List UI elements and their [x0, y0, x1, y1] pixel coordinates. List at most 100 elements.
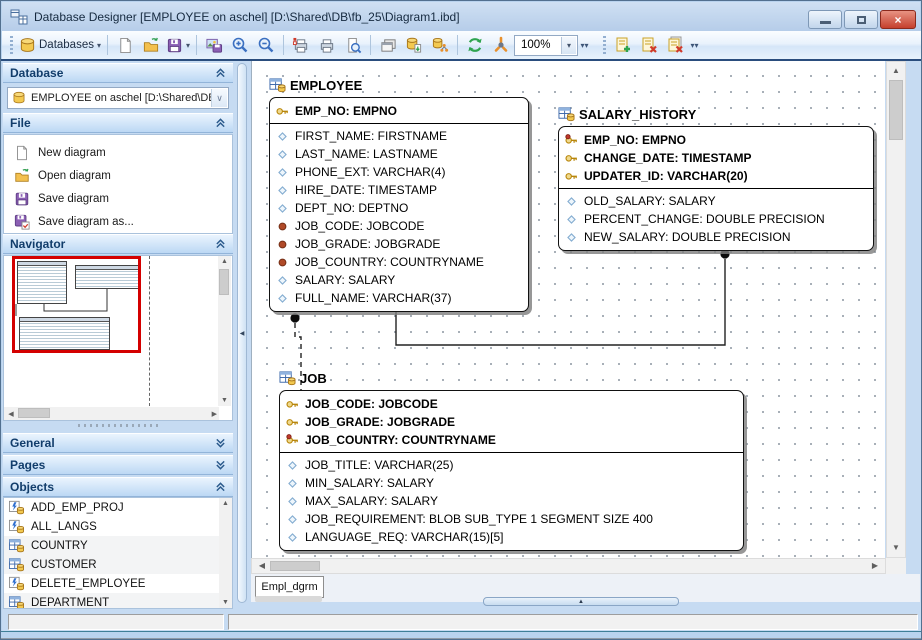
table-field-row[interactable]: UPDATER_ID: VARCHAR(20) — [559, 167, 873, 185]
object-list-item[interactable]: DEPARTMENT — [4, 593, 219, 609]
expand-chevron-icon[interactable] — [215, 438, 226, 448]
table-header[interactable]: EMPLOYEE — [269, 75, 529, 95]
options-button[interactable] — [488, 33, 514, 57]
table-header[interactable]: SALARY_HISTORY — [558, 104, 874, 124]
export-database-button[interactable] — [401, 33, 427, 57]
object-list-item[interactable]: ALL_LANGS — [4, 517, 219, 536]
scroll-right-icon[interactable]: ▶ — [867, 559, 883, 573]
table-field-row[interactable]: HIRE_DATE: TIMESTAMP — [270, 181, 528, 199]
print-button[interactable] — [314, 33, 340, 57]
table-field-row[interactable]: LAST_NAME: LASTNAME — [270, 145, 528, 163]
table-field-row[interactable]: PERCENT_CHANGE: DOUBLE PRECISION — [559, 210, 873, 228]
table-field-row[interactable]: MAX_SALARY: SALARY — [280, 492, 743, 510]
save-as-picture-button[interactable] — [201, 33, 227, 57]
table-field-row[interactable]: JOB_TITLE: VARCHAR(25) — [280, 456, 743, 474]
diagram-canvas[interactable]: EMPLOYEE EMP_NO: EMPNO — [251, 61, 885, 558]
new-diagram-button[interactable] — [112, 33, 138, 57]
file-action-item[interactable]: Open diagram — [4, 164, 232, 187]
save-diagram-button[interactable]: ▾ — [164, 33, 192, 57]
toolbar-overflow-button[interactable]: ▾▾ — [688, 34, 701, 56]
table-field-row[interactable]: EMP_NO: EMPNO — [559, 131, 873, 149]
table-field-row[interactable]: JOB_CODE: JOBCODE — [280, 395, 743, 413]
sidebar-splitter[interactable]: ◀ — [233, 61, 252, 609]
table-field-row[interactable]: CHANGE_DATE: TIMESTAMP — [559, 149, 873, 167]
canvas-horizontal-scrollbar[interactable]: ◀ ▶ — [251, 558, 886, 574]
file-action-item[interactable]: Save diagram — [4, 187, 232, 210]
sidebar-collapse-handle[interactable]: ◀ — [237, 63, 247, 603]
tab-scroll-handle[interactable] — [255, 596, 322, 602]
table-field-row[interactable]: JOB_REQUIREMENT: BLOB SUB_TYPE 1 SEGMENT… — [280, 510, 743, 528]
generate-diagram-button[interactable] — [427, 33, 453, 57]
remove-from-diagram-button[interactable] — [662, 33, 688, 57]
close-button[interactable]: × — [880, 10, 916, 29]
fit-model-button[interactable] — [375, 33, 401, 57]
objects-vertical-scrollbar[interactable]: ▲ ▼ — [219, 498, 232, 608]
navigator-viewport-rect[interactable] — [12, 256, 141, 353]
table-field-row[interactable]: JOB_COUNTRY: COUNTRYNAME — [270, 253, 528, 271]
section-header-navigator[interactable]: Navigator — [3, 234, 233, 254]
database-combo[interactable]: EMPLOYEE on aschel [D:\Shared\DB ∨ — [7, 87, 229, 109]
section-header-database[interactable]: Database — [3, 63, 233, 83]
navigator-horizontal-scrollbar[interactable]: ◀ ▶ — [4, 407, 219, 420]
collapse-chevron-icon[interactable] — [215, 68, 226, 78]
scroll-up-icon[interactable]: ▲ — [219, 500, 232, 507]
scroll-down-icon[interactable]: ▼ — [888, 541, 904, 555]
diagram-tab[interactable]: Empl_dgrm — [255, 576, 324, 598]
zoom-combo-dropdown[interactable]: ▾ — [561, 37, 576, 54]
open-diagram-button[interactable] — [138, 33, 164, 57]
navigator-vertical-scrollbar[interactable]: ▲ ▼ — [218, 256, 231, 406]
canvas-vertical-scrollbar[interactable]: ▲ ▼ — [886, 61, 906, 558]
object-list-item[interactable]: ADD_EMP_PROJ — [4, 498, 219, 517]
section-header-file[interactable]: File — [3, 113, 233, 133]
table-field-row[interactable]: DEPT_NO: DEPTNO — [270, 199, 528, 217]
table-field-row[interactable]: SALARY: SALARY — [270, 271, 528, 289]
toolbar-overflow-button[interactable]: ▾▾ — [578, 34, 591, 56]
panel-resize-grip[interactable] — [78, 421, 162, 429]
object-list-item[interactable]: COUNTRY — [4, 536, 219, 555]
zoom-in-button[interactable] — [227, 33, 253, 57]
scroll-down-icon[interactable]: ▼ — [218, 397, 231, 404]
section-header-general[interactable]: General — [3, 433, 233, 453]
table-box[interactable]: EMP_NO: EMPNO FIRST_NAME: FIRSTNAME — [269, 97, 529, 312]
file-action-item[interactable]: New diagram — [4, 141, 232, 164]
table-node-salary-history[interactable]: SALARY_HISTORY EMP_NO: EMPNO — [558, 104, 874, 251]
table-node-job[interactable]: JOB JOB_CODE: JOBCODE — [279, 368, 744, 551]
scrollbar-thumb[interactable] — [889, 80, 903, 140]
table-field-row[interactable]: FIRST_NAME: FIRSTNAME — [270, 127, 528, 145]
file-action-item[interactable]: Save diagram as... — [4, 210, 232, 233]
zoom-out-button[interactable] — [253, 33, 279, 57]
database-combo-dropdown[interactable]: ∨ — [211, 89, 227, 107]
table-field-row[interactable]: JOB_GRADE: JOBGRADE — [280, 413, 743, 431]
table-header[interactable]: JOB — [279, 368, 744, 388]
object-list-item[interactable]: DELETE_EMPLOYEE — [4, 574, 219, 593]
section-header-objects[interactable]: Objects — [3, 477, 233, 497]
table-field-row[interactable]: EMP_NO: EMPNO — [270, 102, 528, 120]
delete-object-button[interactable] — [636, 33, 662, 57]
expand-chevron-icon[interactable] — [215, 460, 226, 470]
print-preview-button[interactable] — [340, 33, 366, 57]
collapse-chevron-icon[interactable] — [215, 118, 226, 128]
refresh-button[interactable] — [462, 33, 488, 57]
scroll-up-icon[interactable]: ▲ — [888, 64, 904, 78]
table-field-row[interactable]: OLD_SALARY: SALARY — [559, 192, 873, 210]
table-field-row[interactable]: JOB_GRADE: JOBGRADE — [270, 235, 528, 253]
scrollbar-thumb[interactable] — [219, 269, 229, 295]
collapse-chevron-icon[interactable] — [215, 482, 226, 492]
scroll-up-icon[interactable]: ▲ — [218, 258, 231, 265]
table-field-row[interactable]: JOB_COUNTRY: COUNTRYNAME — [280, 431, 743, 449]
scroll-left-icon[interactable]: ◀ — [6, 410, 16, 418]
scroll-right-icon[interactable]: ▶ — [207, 410, 217, 418]
table-field-row[interactable]: JOB_CODE: JOBCODE — [270, 217, 528, 235]
add-object-button[interactable] — [610, 33, 636, 57]
save-dropdown-arrow-icon[interactable]: ▾ — [186, 41, 190, 50]
maximize-button[interactable] — [844, 10, 878, 29]
scrollbar-thumb[interactable] — [18, 408, 50, 418]
scroll-down-icon[interactable]: ▼ — [219, 599, 232, 606]
zoom-level-combo[interactable]: 100% ▾ — [514, 35, 578, 56]
table-field-row[interactable]: MIN_SALARY: SALARY — [280, 474, 743, 492]
table-field-row[interactable]: FULL_NAME: VARCHAR(37) — [270, 289, 528, 307]
databases-button[interactable]: Databases ▾ — [17, 33, 103, 57]
object-list-item[interactable]: CUSTOMER — [4, 555, 219, 574]
navigator-panel[interactable]: ▲ ▼ ◀ ▶ — [3, 255, 233, 421]
section-header-pages[interactable]: Pages — [3, 455, 233, 475]
